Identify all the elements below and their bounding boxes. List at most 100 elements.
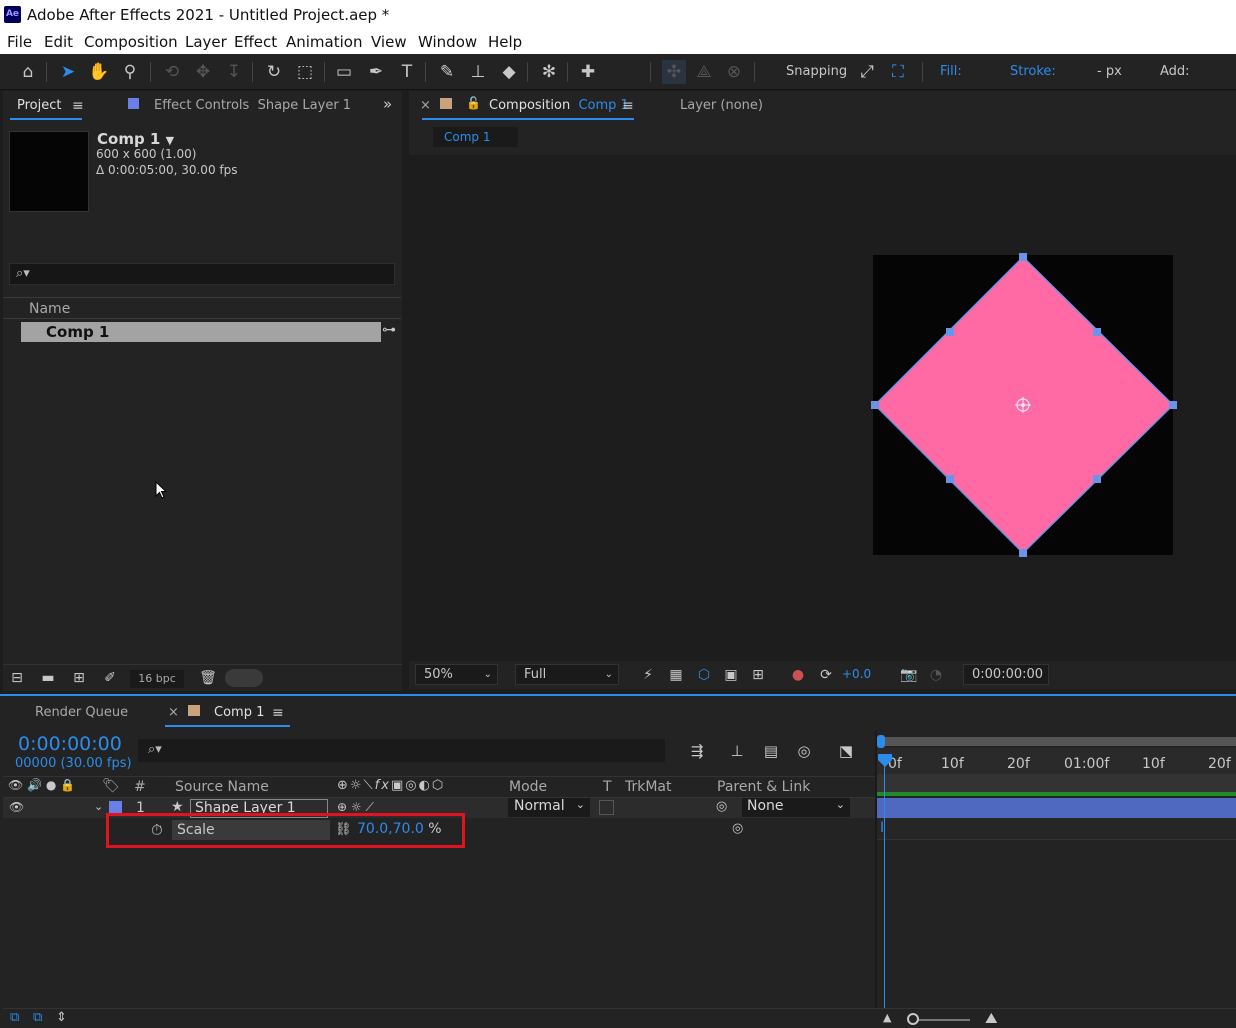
selection-handle[interactable] [871, 401, 879, 409]
menu-composition[interactable]: Composition [84, 33, 178, 51]
new-folder-icon[interactable]: ▬ [36, 666, 60, 690]
panel-menu-icon[interactable]: ≡ [72, 98, 84, 114]
column-t[interactable]: T [603, 779, 612, 795]
project-settings-icon[interactable]: ✐ [98, 666, 122, 690]
draft-3d-icon[interactable]: ⊥ [725, 739, 749, 763]
channel-icon[interactable]: ● [786, 663, 810, 687]
column-trkmat[interactable]: TrkMat [625, 779, 672, 795]
current-time-display[interactable]: 0:00:00:00 [18, 733, 122, 755]
dolly-camera-icon[interactable]: ↧ [222, 60, 246, 84]
expression-pick-whip-icon[interactable]: ◎ [732, 821, 743, 836]
current-time-indicator[interactable] [884, 756, 885, 1008]
comp-info-name[interactable]: Comp 1 ▼ [97, 130, 174, 148]
new-composition-icon[interactable]: ⊞ [67, 666, 91, 690]
thumbnail-slider[interactable] [225, 669, 263, 687]
region-of-interest-icon[interactable]: ▣ [719, 663, 743, 687]
view-axis-icon[interactable]: ⊗ [722, 60, 746, 84]
parent-select[interactable]: None ⌄ [742, 798, 850, 817]
menu-help[interactable]: Help [488, 33, 522, 51]
menu-window[interactable]: Window [418, 33, 477, 51]
selection-handle[interactable] [1019, 253, 1027, 261]
eye-icon[interactable]: 👁 [8, 778, 23, 792]
tab-composition[interactable]: Composition Comp 1 [489, 98, 629, 113]
zoom-tool-icon[interactable]: ⚲ [118, 60, 142, 84]
menu-file[interactable]: File [7, 33, 32, 51]
column-source-name[interactable]: Source Name [175, 779, 269, 795]
lock-icon[interactable]: 🔒 [60, 778, 75, 792]
panel-overflow-icon[interactable]: » [383, 95, 392, 113]
tab-layer[interactable]: Layer (none) [680, 98, 763, 113]
zoom-in-icon[interactable]: ⛰ [985, 1009, 998, 1027]
selection-handle[interactable] [1169, 401, 1177, 409]
graph-editor-icon[interactable]: ⬔ [834, 739, 858, 763]
timeline-zoom-slider[interactable] [910, 1019, 970, 1021]
audio-icon[interactable]: 🔊 [27, 778, 42, 792]
pen-tool-icon[interactable]: ✒ [364, 60, 388, 84]
tab-timeline-comp[interactable]: Comp 1 [214, 705, 264, 720]
selection-handle[interactable] [946, 475, 954, 483]
blending-mode-select[interactable]: Normal ⌄ [508, 798, 590, 817]
panel-menu-icon[interactable]: ≡ [622, 98, 634, 114]
selection-handle[interactable] [1093, 328, 1101, 336]
resolution-select[interactable]: Full ⌄ [515, 664, 619, 685]
selection-handle[interactable] [1019, 549, 1027, 557]
magnification-select[interactable]: 50% ⌄ [415, 664, 498, 685]
panel-divider[interactable] [402, 91, 409, 691]
selection-handle[interactable] [1093, 475, 1101, 483]
clone-stamp-tool-icon[interactable]: ⊥ [466, 60, 490, 84]
column-parent-link[interactable]: Parent & Link [717, 779, 810, 795]
tab-effect-controls[interactable]: Effect Controls Shape Layer 1 [154, 98, 351, 113]
tab-render-queue[interactable]: Render Queue [35, 705, 128, 720]
project-item-comp-1[interactable]: Comp 1 [21, 322, 381, 342]
transfer-controls-toggle-icon[interactable]: ⧉ [33, 1010, 42, 1025]
timeline-search-input[interactable]: ⌕▾ [138, 739, 665, 762]
menu-layer[interactable]: Layer [185, 33, 227, 51]
chevron-down-icon[interactable]: ⌄ [94, 800, 103, 813]
type-tool-icon[interactable]: T [395, 60, 419, 84]
world-axis-icon[interactable]: ⟁ [692, 60, 716, 84]
solo-icon[interactable]: ● [46, 778, 56, 792]
flowchart-icon[interactable]: ⊶ [382, 322, 396, 338]
label-tag-icon[interactable]: 🏷 [102, 778, 120, 794]
comp-breadcrumb[interactable]: Comp 1 [433, 127, 518, 147]
pick-whip-icon[interactable]: ◎ [716, 799, 727, 814]
local-axis-icon[interactable]: ✣ [662, 60, 686, 84]
trash-icon[interactable]: 🗑 [196, 666, 220, 690]
work-area-start-handle[interactable] [877, 735, 885, 748]
layer-color-label[interactable] [109, 801, 122, 813]
project-search-input[interactable]: ⌕▾ [9, 263, 395, 285]
rotation-tool-icon[interactable]: ↻ [262, 60, 286, 84]
frame-blending-icon[interactable]: ▤ [759, 739, 783, 763]
column-name[interactable]: Name [29, 301, 70, 317]
pan-behind-tool-icon[interactable]: ⬚ [293, 60, 317, 84]
grid-guides-icon[interactable]: ⊞ [746, 663, 770, 687]
snap-features-icon[interactable]: ⛶ [886, 60, 910, 84]
panel-menu-icon[interactable]: ≡ [272, 705, 284, 721]
layer-duration-bar[interactable] [877, 798, 1236, 818]
in-out-toggle-icon[interactable]: ⇕ [56, 1010, 67, 1025]
hand-tool-icon[interactable]: ✋ [87, 60, 111, 84]
viewer-timecode[interactable]: 0:00:00:00 [963, 664, 1049, 685]
timeline-zoom-thumb[interactable] [907, 1013, 919, 1025]
selection-handle[interactable] [946, 328, 954, 336]
chevron-down-icon[interactable]: ▼ [166, 134, 174, 147]
menu-effect[interactable]: Effect [234, 33, 277, 51]
pan-camera-icon[interactable]: ✥ [191, 60, 215, 84]
close-icon[interactable]: × [420, 98, 431, 113]
fill-label[interactable]: Fill: [940, 64, 962, 79]
menu-edit[interactable]: Edit [44, 33, 73, 51]
eye-icon[interactable]: 👁 [9, 800, 24, 814]
composition-mini-flowchart-icon[interactable]: ⇶ [685, 739, 709, 763]
stroke-width-value[interactable]: - px [1097, 64, 1122, 79]
preserve-transparency-checkbox[interactable] [599, 800, 614, 815]
shape-layer-1[interactable] [865, 250, 1181, 560]
selection-tool-icon[interactable]: ➤ [56, 60, 80, 84]
column-mode[interactable]: Mode [509, 779, 547, 795]
eraser-tool-icon[interactable]: ◆ [497, 60, 521, 84]
interpret-footage-icon[interactable]: ⊟ [5, 666, 29, 690]
transparency-grid-icon[interactable]: ▦ [664, 663, 688, 687]
column-hash[interactable]: # [134, 779, 146, 795]
fast-previews-icon[interactable]: ⚡ [636, 663, 660, 687]
playhead-icon[interactable] [877, 753, 893, 769]
stroke-label[interactable]: Stroke: [1010, 64, 1056, 79]
